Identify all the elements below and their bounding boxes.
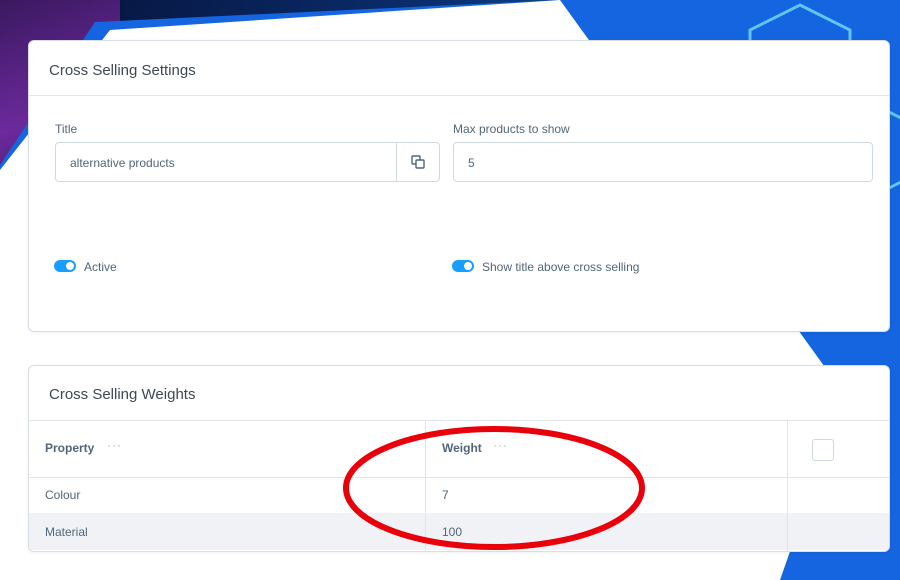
column-separator xyxy=(787,420,788,551)
cross-selling-weights-card: Cross Selling Weights Property ··· Weigh… xyxy=(28,365,890,552)
cell-weight[interactable]: 100 xyxy=(442,525,462,539)
divider xyxy=(29,95,889,96)
column-header-property[interactable]: Property xyxy=(45,441,94,455)
table-row: Material 100 xyxy=(29,513,889,550)
card-title-settings: Cross Selling Settings xyxy=(49,62,196,79)
column-separator xyxy=(425,420,426,551)
max-products-value: 5 xyxy=(468,156,475,170)
cell-property: Colour xyxy=(45,488,81,502)
active-toggle[interactable] xyxy=(54,260,76,272)
title-field-label: Title xyxy=(55,122,78,136)
table-row: Colour 7 xyxy=(29,476,889,513)
active-toggle-label: Active xyxy=(84,260,117,274)
show-title-toggle[interactable] xyxy=(452,260,474,272)
more-options-icon[interactable]: ··· xyxy=(493,438,508,452)
title-input[interactable]: alternative products xyxy=(55,142,440,182)
copy-icon xyxy=(411,155,425,169)
cell-property: Material xyxy=(45,525,88,539)
title-input-value: alternative products xyxy=(70,156,175,170)
column-header-weight[interactable]: Weight xyxy=(442,441,482,455)
column-settings-button[interactable] xyxy=(812,439,834,461)
show-title-toggle-label: Show title above cross selling xyxy=(482,260,640,274)
max-products-input[interactable]: 5 xyxy=(453,142,873,182)
cell-weight[interactable]: 7 xyxy=(442,488,449,502)
copy-button[interactable] xyxy=(396,143,439,181)
card-title-weights: Cross Selling Weights xyxy=(49,386,196,403)
max-products-label: Max products to show xyxy=(453,122,570,136)
cross-selling-settings-card: Cross Selling Settings Title alternative… xyxy=(28,40,890,332)
table-header: Property ··· Weight ··· xyxy=(29,420,889,478)
more-options-icon[interactable]: ··· xyxy=(107,438,122,452)
